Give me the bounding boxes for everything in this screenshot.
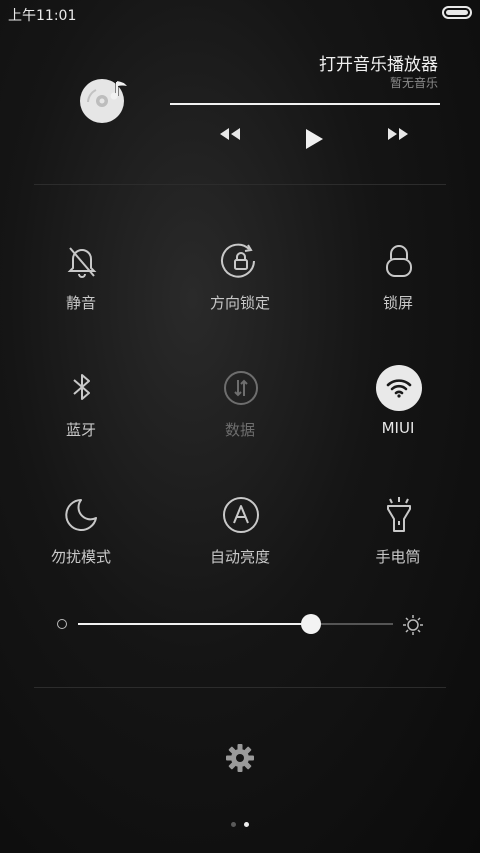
play-icon[interactable]	[304, 128, 324, 150]
toggle-label: MIUI	[381, 419, 415, 437]
auto-brightness-icon	[223, 497, 259, 533]
page-dot-active[interactable]	[244, 822, 249, 827]
rotation-lock-icon	[221, 243, 255, 278]
battery-icon	[442, 6, 472, 19]
toggle-bluetooth[interactable]: 蓝牙	[21, 365, 141, 455]
toggle-label: 方向锁定	[209, 294, 270, 312]
mobile-data-icon	[224, 371, 258, 405]
status-time: 上午11:01	[8, 8, 77, 24]
toggle-label: 静音	[65, 294, 96, 312]
brightness-low-icon	[57, 619, 67, 629]
toggle-label: 数据	[224, 421, 255, 439]
bell-off-icon	[67, 247, 97, 278]
brightness-thumb[interactable]	[301, 614, 322, 634]
moon-icon	[65, 499, 97, 531]
brightness-fill	[78, 623, 312, 625]
page-indicator	[0, 812, 480, 831]
music-title[interactable]: 打开音乐播放器	[319, 50, 438, 75]
toggle-flashlight[interactable]: 手电筒	[338, 492, 458, 582]
toggle-mobile-data[interactable]: 数据	[180, 365, 300, 455]
toggle-auto-brightness[interactable]: 自动亮度	[180, 492, 300, 582]
music-disc-icon[interactable]	[78, 72, 130, 124]
brightness-slider[interactable]	[78, 614, 393, 634]
divider	[34, 184, 446, 185]
toggle-lock-screen[interactable]: 锁屏	[338, 238, 458, 328]
music-progress-bar[interactable]	[170, 103, 440, 105]
toggle-wifi[interactable]: MIUI	[338, 365, 458, 455]
lock-icon	[386, 245, 412, 277]
toggle-label: 锁屏	[382, 294, 413, 312]
wifi-icon	[376, 365, 422, 411]
bluetooth-icon	[73, 374, 90, 400]
next-icon[interactable]	[386, 126, 410, 142]
toggle-mute[interactable]: 静音	[21, 238, 141, 328]
page-dot[interactable]	[231, 822, 236, 827]
toggle-label: 勿扰模式	[50, 548, 111, 566]
toggle-label: 自动亮度	[209, 548, 270, 566]
flashlight-icon	[387, 497, 411, 532]
toggle-label: 手电筒	[375, 548, 421, 566]
status-bar: 上午11:01	[0, 0, 480, 28]
gear-icon[interactable]	[224, 742, 256, 774]
toggle-rotation-lock[interactable]: 方向锁定	[180, 238, 300, 328]
toggle-do-not-disturb[interactable]: 勿扰模式	[21, 492, 141, 582]
music-subtitle: 暂无音乐	[389, 76, 438, 90]
brightness-high-icon	[403, 615, 423, 635]
previous-icon[interactable]	[218, 126, 242, 142]
toggle-label: 蓝牙	[65, 421, 96, 439]
divider	[34, 687, 446, 688]
